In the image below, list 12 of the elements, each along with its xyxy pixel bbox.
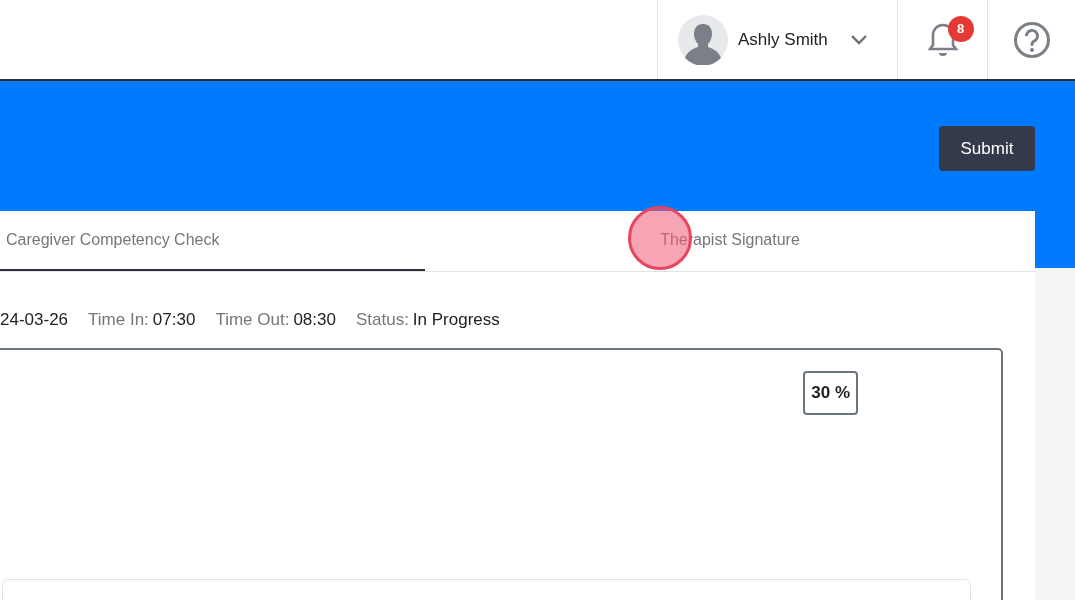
notification-count: 8 xyxy=(947,15,974,42)
visit-info: Time In: 07:30 xyxy=(88,310,196,330)
avatar-icon xyxy=(678,14,728,65)
tab[interactable]: Caregiver Competency Check xyxy=(0,211,425,271)
submit-button[interactable]: Submit xyxy=(939,126,1035,171)
visit-info: Status: In Progress xyxy=(355,310,500,330)
user-menu[interactable]: Ashly Smith xyxy=(657,0,897,79)
visit-info: 24-03-26 xyxy=(0,310,69,330)
progress-percent: 30 % xyxy=(803,371,858,415)
visit-info: Time Out: 08:30 xyxy=(215,310,336,330)
help-icon[interactable] xyxy=(1012,20,1051,59)
chevron-down-icon xyxy=(849,33,868,46)
